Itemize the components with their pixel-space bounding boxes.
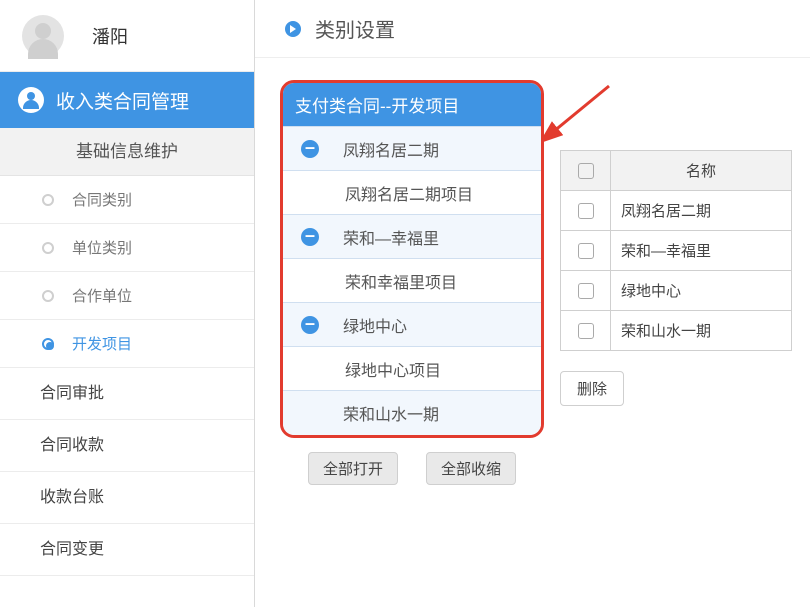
checkbox-icon[interactable] <box>578 163 594 179</box>
module-header[interactable]: 收入类合同管理 <box>0 72 254 128</box>
row-name: 绿地中心 <box>611 271 792 311</box>
collapse-all-button[interactable]: 全部收缩 <box>426 452 516 485</box>
table-row[interactable]: 荣和—幸福里 <box>561 231 792 271</box>
submenu-header[interactable]: 基础信息维护 <box>0 128 254 176</box>
page-title: 类别设置 <box>315 14 395 43</box>
sidebar-item-ledger[interactable]: 收款台账 <box>0 472 254 524</box>
collapse-icon[interactable]: – <box>301 228 319 246</box>
project-tree-panel: 支付类合同--开发项目 – 凤翔名居二期 凤翔名居二期项目 – 荣和—幸福里 荣… <box>280 80 544 485</box>
table-row[interactable]: 凤翔名居二期 <box>561 191 792 231</box>
user-row: 潘阳 <box>0 0 254 72</box>
sidebar-item-contract-category[interactable]: 合同类别 <box>0 176 254 224</box>
tree-child-label: 荣和幸福里项目 <box>345 269 457 293</box>
radio-icon <box>42 242 54 254</box>
page-header: 类别设置 <box>255 0 810 58</box>
menu-label: 合同类别 <box>72 189 132 210</box>
radio-icon <box>42 194 54 206</box>
menu-label: 开发项目 <box>72 333 132 354</box>
header-checkbox-cell[interactable] <box>561 151 611 191</box>
tree-node[interactable]: 荣和山水一期 <box>283 391 541 435</box>
row-name: 凤翔名居二期 <box>611 191 792 231</box>
checkbox-icon[interactable] <box>578 203 594 219</box>
tree-node-label: 凤翔名居二期 <box>343 137 439 161</box>
avatar <box>22 15 64 57</box>
tree-node-label: 绿地中心 <box>343 313 407 337</box>
sidebar-item-change[interactable]: 合同变更 <box>0 524 254 576</box>
project-tree-box: 支付类合同--开发项目 – 凤翔名居二期 凤翔名居二期项目 – 荣和—幸福里 荣… <box>280 80 544 438</box>
radio-icon <box>42 338 54 350</box>
tree-child-label: 绿地中心项目 <box>345 357 441 381</box>
selection-table-panel: 名称 凤翔名居二期 荣和—幸福里 绿地中心 荣和山水一期 删除 <box>560 150 792 406</box>
selection-table: 名称 凤翔名居二期 荣和—幸福里 绿地中心 荣和山水一期 <box>560 150 792 351</box>
header-name-cell: 名称 <box>611 151 792 191</box>
table-row[interactable]: 荣和山水一期 <box>561 311 792 351</box>
tree-child[interactable]: 凤翔名居二期项目 <box>283 171 541 215</box>
radio-icon <box>42 290 54 302</box>
sidebar-item-dev-project[interactable]: 开发项目 <box>0 320 254 368</box>
tree-buttons: 全部打开 全部收缩 <box>280 452 544 485</box>
tree-node-label: 荣和山水一期 <box>343 401 439 425</box>
tree-node[interactable]: – 荣和—幸福里 <box>283 215 541 259</box>
menu-label: 合作单位 <box>72 285 132 306</box>
sidebar-item-unit-category[interactable]: 单位类别 <box>0 224 254 272</box>
checkbox-icon[interactable] <box>578 243 594 259</box>
table-row[interactable]: 绿地中心 <box>561 271 792 311</box>
menu-label: 单位类别 <box>72 237 132 258</box>
header-bullet-icon <box>285 21 301 37</box>
user-icon <box>18 87 44 113</box>
sidebar: 潘阳 收入类合同管理 基础信息维护 合同类别 单位类别 合作单位 开发项目 合同… <box>0 0 255 607</box>
tree-child[interactable]: 荣和幸福里项目 <box>283 259 541 303</box>
checkbox-icon[interactable] <box>578 323 594 339</box>
tree-node[interactable]: – 绿地中心 <box>283 303 541 347</box>
user-name: 潘阳 <box>92 23 128 49</box>
sidebar-item-partner-unit[interactable]: 合作单位 <box>0 272 254 320</box>
annotation-arrow <box>543 82 613 142</box>
sidebar-item-approval[interactable]: 合同审批 <box>0 368 254 420</box>
row-name: 荣和—幸福里 <box>611 231 792 271</box>
sidebar-item-receipt[interactable]: 合同收款 <box>0 420 254 472</box>
row-name: 荣和山水一期 <box>611 311 792 351</box>
expand-all-button[interactable]: 全部打开 <box>308 452 398 485</box>
delete-button[interactable]: 删除 <box>560 371 624 406</box>
main-area: 类别设置 支付类合同--开发项目 – 凤翔名居二期 凤翔名居二期项目 – 荣和—… <box>255 0 810 607</box>
module-title: 收入类合同管理 <box>56 87 189 114</box>
tree-child-label: 凤翔名居二期项目 <box>345 181 473 205</box>
checkbox-icon[interactable] <box>578 283 594 299</box>
collapse-icon[interactable]: – <box>301 140 319 158</box>
collapse-icon[interactable]: – <box>301 316 319 334</box>
tree-node-label: 荣和—幸福里 <box>343 225 439 249</box>
tree-child[interactable]: 绿地中心项目 <box>283 347 541 391</box>
tree-header[interactable]: 支付类合同--开发项目 <box>283 83 541 127</box>
table-header-row: 名称 <box>561 151 792 191</box>
tree-node[interactable]: – 凤翔名居二期 <box>283 127 541 171</box>
tree-header-label: 支付类合同--开发项目 <box>295 92 459 117</box>
